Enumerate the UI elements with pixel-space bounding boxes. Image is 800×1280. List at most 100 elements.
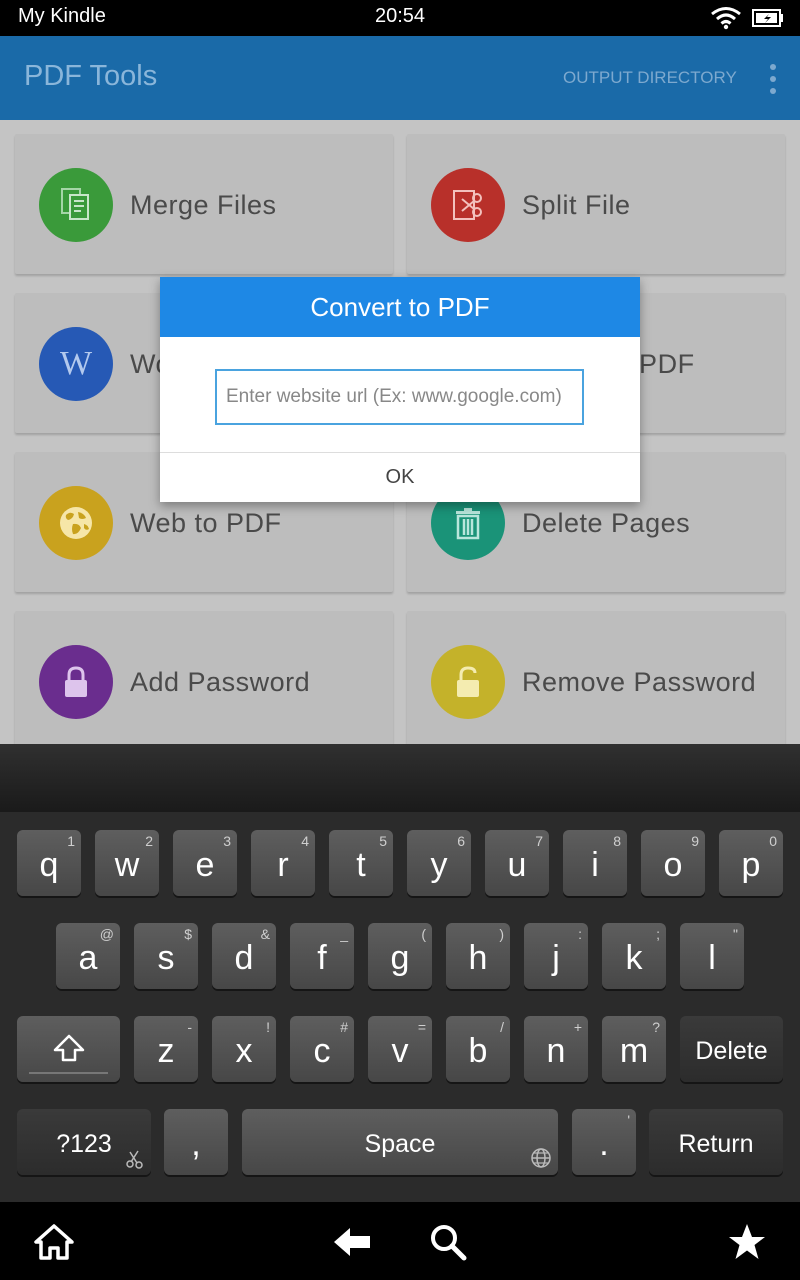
key-o[interactable]: o9: [641, 830, 705, 896]
period-key[interactable]: . ': [572, 1109, 636, 1175]
key-j[interactable]: j:: [524, 923, 588, 989]
key-m[interactable]: m?: [602, 1016, 666, 1082]
favorites-star-icon[interactable]: [727, 1222, 767, 1262]
key-secondary: ?: [652, 1019, 660, 1035]
unlock-icon: [431, 645, 505, 719]
app-bar: PDF Tools OUTPUT DIRECTORY: [0, 36, 800, 120]
key-z[interactable]: z-: [134, 1016, 198, 1082]
space-key-label: Space: [364, 1130, 436, 1158]
key-secondary: -: [187, 1019, 192, 1035]
return-key-label: Return: [678, 1130, 754, 1158]
space-key[interactable]: Space: [242, 1109, 558, 1175]
key-l[interactable]: l ": [680, 923, 744, 989]
key-u[interactable]: u7: [485, 830, 549, 896]
key-v[interactable]: v =: [368, 1016, 432, 1082]
status-clock: 20:54: [374, 5, 426, 27]
home-icon[interactable]: [34, 1222, 74, 1262]
key-secondary: :: [578, 926, 582, 942]
comma-key[interactable]: ,: [164, 1109, 228, 1175]
symbols-key[interactable]: ?123: [17, 1109, 151, 1175]
search-icon[interactable]: [428, 1222, 468, 1262]
key-b[interactable]: b /: [446, 1016, 510, 1082]
key-secondary: 7: [535, 833, 543, 849]
key-i[interactable]: i8: [563, 830, 627, 896]
key-secondary: 0: [769, 833, 777, 849]
tool-card-split-file[interactable]: Split File: [407, 134, 785, 274]
tool-label: Delete Pages: [522, 508, 691, 538]
key-secondary: (: [421, 926, 426, 942]
wifi-icon: [711, 7, 741, 30]
keyboard-suggestion-strip: [0, 744, 800, 812]
key-secondary: ': [627, 1112, 630, 1128]
return-key[interactable]: Return: [649, 1109, 783, 1175]
globe-icon: [531, 1148, 551, 1168]
key-main: j: [552, 939, 560, 977]
tool-label: Add Password: [130, 667, 311, 697]
key-p[interactable]: p0: [719, 830, 783, 896]
key-f[interactable]: f _: [290, 923, 354, 989]
shift-underline: [29, 1072, 108, 1074]
key-main: t: [356, 846, 366, 884]
key-y[interactable]: y6: [407, 830, 471, 896]
delete-key-label: Delete: [695, 1037, 768, 1065]
convert-to-pdf-dialog: Convert to PDF OK: [160, 277, 640, 502]
key-q[interactable]: q1: [17, 830, 81, 896]
status-bar: My Kindle 20:54: [0, 0, 800, 36]
merge-files-icon: [39, 168, 113, 242]
output-directory-button[interactable]: OUTPUT DIRECTORY: [563, 68, 737, 88]
ok-button[interactable]: OK: [160, 453, 640, 502]
key-a[interactable]: a @: [56, 923, 120, 989]
app-title: PDF Tools: [24, 60, 158, 92]
delete-key[interactable]: Delete: [680, 1016, 783, 1082]
key-w[interactable]: w2: [95, 830, 159, 896]
key-n[interactable]: n +: [524, 1016, 588, 1082]
tool-card-add-password[interactable]: Add Password: [15, 611, 393, 744]
key-main: r: [277, 846, 289, 884]
key-main: b: [468, 1032, 488, 1070]
key-main: v: [391, 1032, 409, 1070]
key-secondary: 5: [379, 833, 387, 849]
overflow-menu-icon[interactable]: [760, 62, 786, 96]
key-h[interactable]: h): [446, 923, 510, 989]
key-main: y: [430, 846, 448, 884]
key-secondary: 8: [613, 833, 621, 849]
key-main: d: [234, 939, 254, 977]
tool-card-remove-password[interactable]: Remove Password: [407, 611, 785, 744]
website-url-input[interactable]: [215, 369, 584, 425]
key-secondary: !: [266, 1019, 270, 1035]
tool-card-merge-files[interactable]: Merge Files: [15, 134, 393, 274]
app-screen: PDF Tools OUTPUT DIRECTORY Merge Files S…: [0, 36, 800, 744]
key-main: n: [546, 1032, 566, 1070]
tool-label: Merge Files: [130, 190, 277, 220]
key-main: q: [39, 846, 59, 884]
key-t[interactable]: t5: [329, 830, 393, 896]
key-main: ,: [191, 1125, 201, 1163]
key-secondary: @: [99, 926, 114, 942]
back-arrow-icon[interactable]: [332, 1222, 372, 1262]
key-main: e: [195, 846, 215, 884]
key-main: c: [313, 1032, 331, 1070]
key-main: z: [157, 1032, 175, 1070]
key-s[interactable]: s $: [134, 923, 198, 989]
key-main: u: [507, 846, 527, 884]
key-secondary: 6: [457, 833, 465, 849]
shift-key[interactable]: [17, 1016, 120, 1082]
key-x[interactable]: x!: [212, 1016, 276, 1082]
key-secondary: _: [340, 926, 348, 942]
key-d[interactable]: d &: [212, 923, 276, 989]
key-k[interactable]: k;: [602, 923, 666, 989]
key-main: h: [468, 939, 488, 977]
key-secondary: /: [500, 1019, 504, 1035]
on-screen-keyboard: q1 w2 e3 r4 t5 y6 u7 i8 o9 p0 a @ s $ d & f…: [0, 812, 800, 1202]
key-c[interactable]: c #: [290, 1016, 354, 1082]
key-g[interactable]: g(: [368, 923, 432, 989]
key-r[interactable]: r4: [251, 830, 315, 896]
key-main: p: [741, 846, 761, 884]
dialog-title: Convert to PDF: [160, 277, 640, 337]
key-secondary: +: [573, 1019, 582, 1035]
key-e[interactable]: e3: [173, 830, 237, 896]
key-secondary: 1: [67, 833, 75, 849]
battery-icon: [752, 9, 783, 27]
word-glyph: W: [59, 345, 93, 382]
key-main: w: [114, 846, 140, 884]
